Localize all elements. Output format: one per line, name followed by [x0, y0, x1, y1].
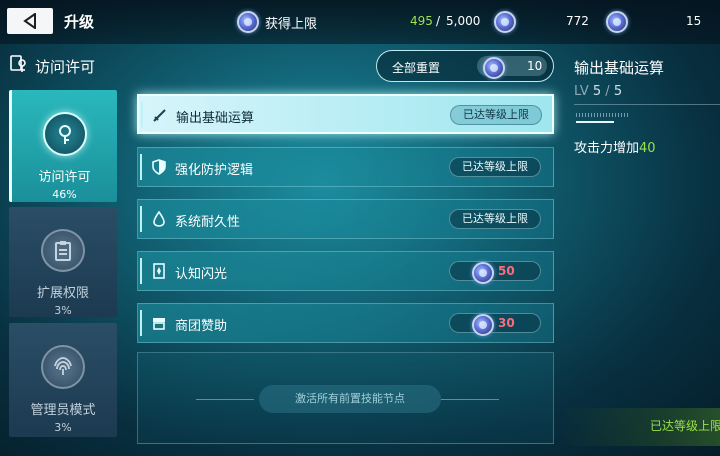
skill-name: 系统耐久性 [175, 215, 241, 230]
back-button[interactable] [7, 8, 53, 34]
skill-row-output-computation[interactable]: 输出基础运算 已达等级上限 [137, 94, 554, 134]
reset-cost-value: 10 [527, 59, 543, 73]
category-name: 访问许可 [38, 170, 91, 185]
locked-hint: 激活所有前置技能节点 [259, 385, 441, 413]
skill-name: 输出基础运算 [176, 111, 255, 126]
shop-icon [151, 315, 167, 331]
max-level-badge: 已达等级上限 [449, 209, 541, 229]
skill-name: 认知闪光 [175, 267, 228, 282]
resource2-value: 15 [686, 14, 702, 28]
level-current: 5 [592, 84, 602, 99]
cap-label: 获得上限 [265, 16, 318, 32]
skill-name: 商团赞助 [175, 319, 228, 334]
decorative-bar [576, 121, 614, 123]
category-tab-extended[interactable]: 扩展权限 3% [9, 207, 117, 317]
max-level-badge: 已达等级上限 [450, 105, 542, 125]
cap-indicator: 获得上限 [237, 11, 317, 33]
cap-current-value: 495 [410, 14, 433, 28]
skill-chip-icon [472, 314, 494, 336]
divider [574, 104, 720, 105]
skill-row-merchant-sponsor[interactable]: 商团赞助 30 [137, 303, 554, 343]
page-title: 升级 [64, 13, 95, 31]
key-emblem-icon [42, 112, 87, 156]
reset-label: 全部重置 [392, 61, 441, 75]
key-access-icon [9, 54, 29, 78]
skill-chip-icon [472, 262, 494, 284]
level-label: LV [574, 84, 589, 99]
locked-skill-panel: 激活所有前置技能节点 [137, 352, 554, 444]
category-name: 扩展权限 [36, 286, 89, 301]
divider [196, 399, 254, 400]
max-level-badge: 已达等级上限 [449, 157, 541, 177]
category-tab-admin[interactable]: 管理员模式 3% [9, 323, 117, 437]
level-max: 5 [613, 84, 623, 99]
skill-name: 强化防护逻辑 [175, 163, 254, 178]
skill-row-cognitive-flash[interactable]: 认知闪光 50 [137, 251, 554, 291]
skill-cost: 30 [449, 313, 541, 336]
shield-icon [151, 159, 167, 175]
decorative-text-strip [576, 113, 628, 117]
category-name: 管理员模式 [30, 403, 96, 418]
cap-max-value: 5,000 [446, 14, 481, 28]
effect-label: 攻击力增加 [574, 141, 640, 156]
gear-coin-icon [606, 11, 628, 33]
skill-row-defense-logic[interactable]: 强化防护逻辑 已达等级上限 [137, 147, 554, 187]
section-header: 访问许可 [9, 54, 95, 78]
skill-cost-value: 30 [498, 316, 515, 330]
detail-effect: 攻击力增加40 [574, 137, 656, 156]
droplet-icon [151, 210, 167, 227]
flash-card-icon [151, 263, 167, 279]
divider [441, 399, 499, 400]
detail-title: 输出基础运算 [574, 59, 665, 77]
fingerprint-emblem-icon [41, 345, 85, 389]
effect-value: 40 [639, 141, 656, 156]
category-percent: 3% [54, 304, 72, 317]
section-title: 访问许可 [35, 57, 96, 76]
clipboard-emblem-icon [41, 229, 85, 272]
cap-separator: / [436, 14, 441, 28]
skill-cost-value: 50 [498, 264, 515, 278]
gear-coin-icon [237, 11, 259, 33]
level-separator: / [605, 84, 610, 99]
category-percent: 3% [54, 421, 72, 434]
sword-icon [152, 107, 168, 123]
reset-cost: 10 [477, 56, 547, 79]
detail-level: LV 5 / 5 [574, 84, 622, 99]
back-arrow-icon [23, 13, 36, 29]
skill-chip-icon [494, 11, 516, 33]
max-level-status: 已达等级上限 [650, 419, 720, 433]
top-bar: 升级 获得上限 495 / 5,000 772 15 [0, 0, 720, 44]
category-tab-access[interactable]: 访问许可 46% [9, 90, 117, 202]
resource1-value: 772 [566, 14, 589, 28]
skill-row-durability[interactable]: 系统耐久性 已达等级上限 [137, 199, 554, 239]
skill-cost: 50 [449, 261, 541, 284]
reset-all-button[interactable]: 全部重置 10 [376, 50, 554, 82]
category-percent: 46% [52, 188, 77, 201]
skill-chip-icon [483, 57, 505, 79]
